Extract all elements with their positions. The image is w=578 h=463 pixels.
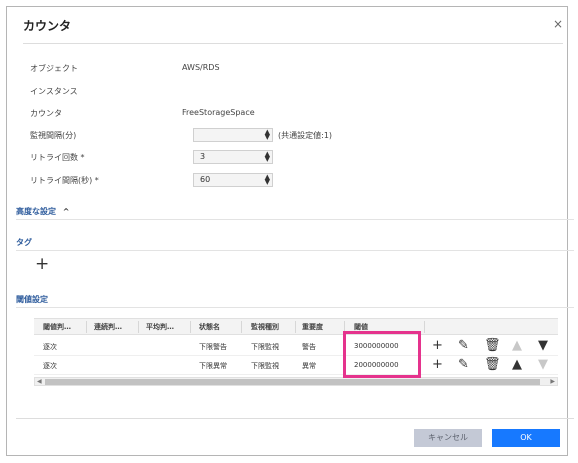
table-cell: 警告 [302, 343, 316, 351]
advanced-settings-toggle[interactable]: 高度な設定 ^ [16, 206, 70, 217]
table-row[interactable]: 逐次 下限異常 下限監視 異常 2000000000 + ✎ 🗑 ▲ ▼ [34, 357, 558, 375]
retry-interval-field[interactable]: 60 ▲ ▼ [193, 173, 273, 187]
column-divider [86, 321, 87, 333]
edit-icon[interactable]: ✎ [458, 357, 469, 372]
column-header[interactable]: 連続判… [94, 322, 134, 332]
column-divider [295, 321, 296, 333]
column-divider [241, 321, 242, 333]
interval-default-note: (共通設定値:1) [278, 131, 333, 140]
table-cell: 下限異常 [199, 362, 227, 370]
column-header[interactable]: 閾値判… [43, 322, 83, 332]
table-cell: 逐次 [43, 362, 57, 370]
object-label: オブジェクト [30, 64, 78, 73]
scroll-left-icon[interactable]: ◀ [37, 378, 42, 385]
column-header[interactable]: 監視種別 [251, 322, 291, 332]
instance-label: インスタンス [30, 87, 78, 96]
table-cell: 下限警告 [199, 343, 227, 351]
close-icon[interactable]: × [553, 17, 563, 31]
cancel-button[interactable]: キャンセル [414, 429, 482, 447]
tag-divider [16, 250, 574, 251]
scroll-right-icon[interactable]: ▶ [550, 378, 555, 385]
threshold-divider [16, 307, 574, 308]
add-tag-icon[interactable]: + [35, 256, 49, 273]
trash-icon[interactable]: 🗑 [484, 338, 501, 353]
ok-button[interactable]: OK [492, 429, 560, 447]
counter-value: FreeStorageSpace [182, 108, 255, 117]
move-down-icon[interactable]: ▼ [538, 338, 548, 353]
column-divider [190, 321, 191, 333]
move-up-icon[interactable]: ▲ [512, 357, 522, 372]
column-divider [424, 321, 425, 333]
edit-icon[interactable]: ✎ [458, 338, 469, 353]
counter-label: カウンタ [30, 109, 62, 118]
table-header: 閾値判… 連続判… 平均判… 状態名 監視種別 重要度 閾値 [34, 319, 558, 335]
move-down-icon: ▼ [538, 357, 548, 372]
retry-count-field[interactable]: 3 ▲ ▼ [193, 150, 273, 164]
move-up-icon: ▲ [512, 338, 522, 353]
tag-section-title: タグ [16, 238, 32, 247]
column-divider [138, 321, 139, 333]
interval-field[interactable]: ▲ ▼ [193, 128, 273, 142]
dialog-title: カウンタ [23, 19, 72, 33]
add-icon[interactable]: + [432, 357, 443, 372]
threshold-value-highlight [343, 331, 421, 378]
spinner-icon[interactable]: ▲ ▼ [265, 129, 270, 141]
threshold-table: 閾値判… 連続判… 平均判… 状態名 監視種別 重要度 閾値 逐次 下限警告 下… [34, 318, 558, 375]
spinner-icon[interactable]: ▲ ▼ [265, 174, 270, 186]
scrollbar-thumb[interactable] [45, 379, 540, 385]
table-row[interactable]: 逐次 下限警告 下限監視 警告 3000000000 + ✎ 🗑 ▲ ▼ [34, 338, 558, 356]
retry-count-value: 3 [200, 152, 206, 161]
advanced-settings-label: 高度な設定 [16, 207, 56, 216]
table-cell: 下限監視 [251, 343, 279, 351]
interval-label: 監視間隔(分) [30, 131, 77, 140]
horizontal-scrollbar[interactable]: ◀ ▶ [34, 377, 558, 386]
footer-divider [16, 418, 574, 419]
counter-dialog: カウンタ × [6, 6, 568, 456]
add-icon[interactable]: + [432, 338, 443, 353]
column-header[interactable]: 平均判… [146, 322, 186, 332]
column-header[interactable]: 重要度 [302, 322, 342, 332]
retry-interval-label: リトライ間隔(秒) * [30, 176, 99, 185]
advanced-divider [16, 219, 574, 220]
chevron-up-icon: ^ [62, 207, 70, 216]
spinner-icon[interactable]: ▲ ▼ [265, 151, 270, 163]
trash-icon[interactable]: 🗑 [484, 357, 501, 372]
table-cell: 異常 [302, 362, 316, 370]
table-cell: 逐次 [43, 343, 57, 351]
retry-count-label: リトライ回数 * [30, 153, 85, 162]
threshold-section-title: 閾値設定 [16, 295, 48, 304]
column-header[interactable]: 状態名 [199, 322, 239, 332]
retry-interval-value: 60 [200, 175, 211, 184]
title-divider [23, 43, 563, 44]
object-value: AWS/RDS [182, 63, 220, 72]
table-cell: 下限監視 [251, 362, 279, 370]
